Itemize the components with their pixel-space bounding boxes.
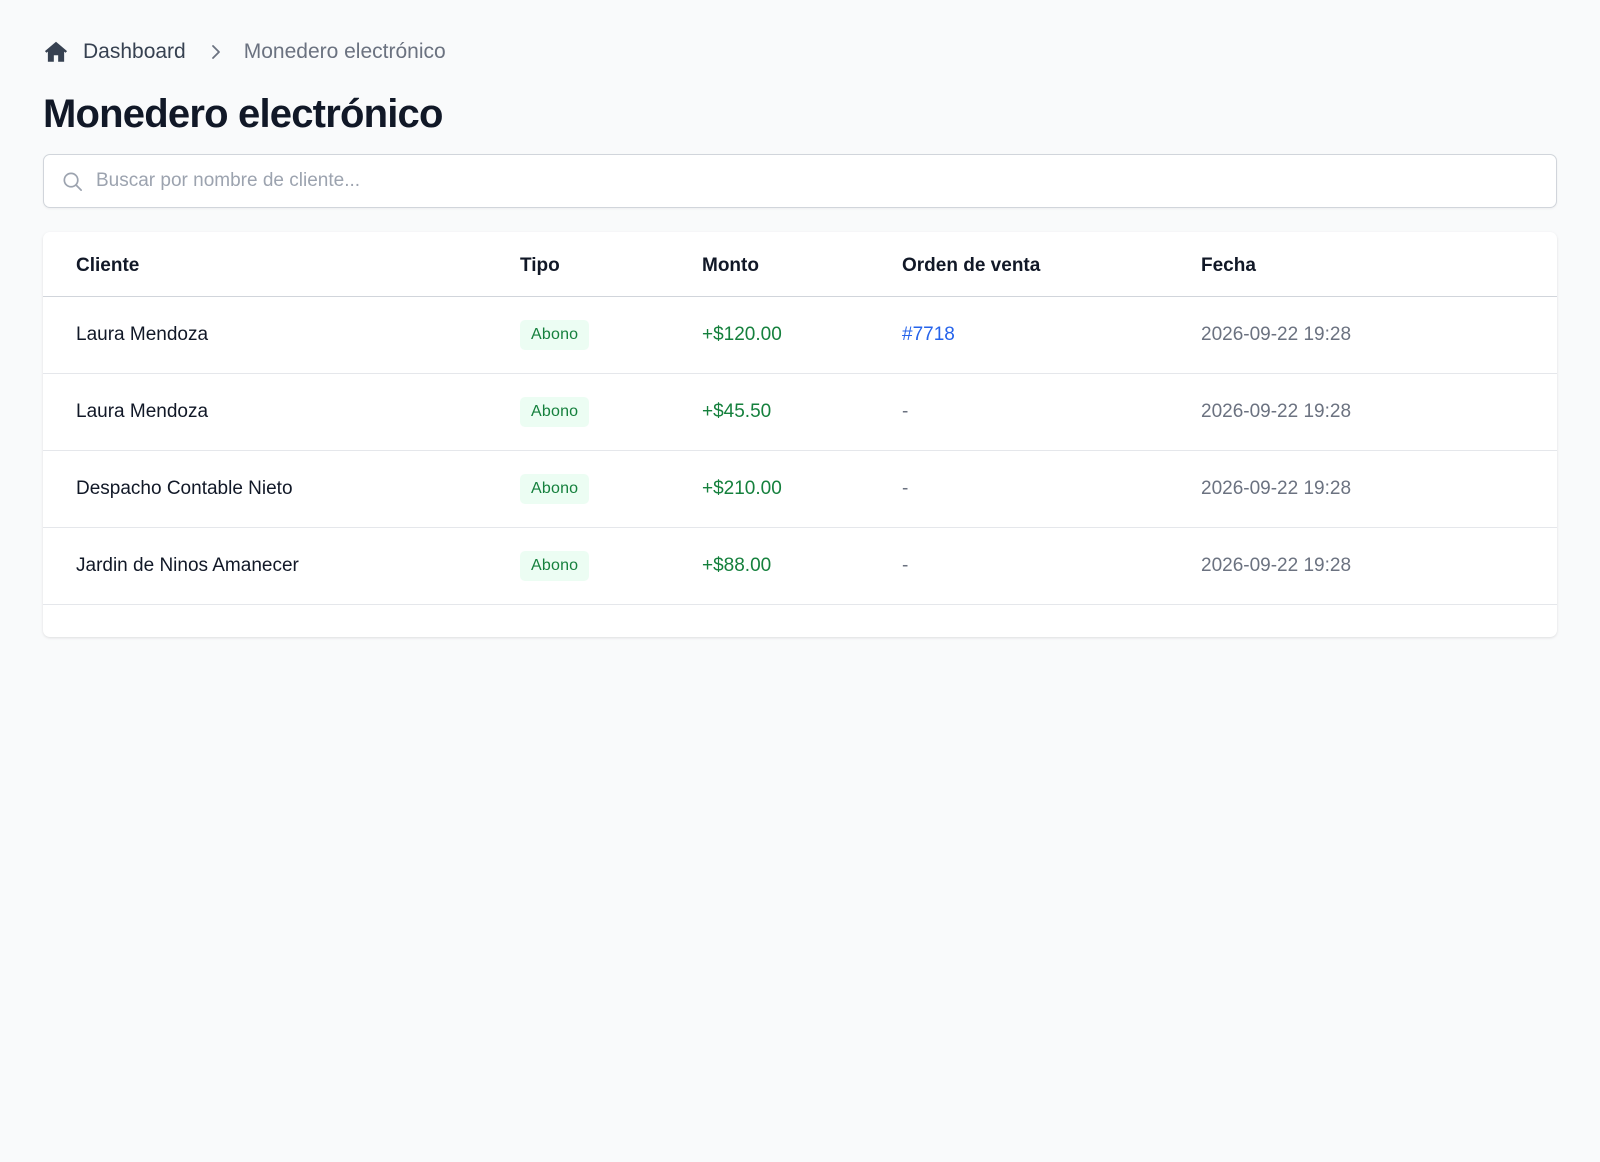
- header-fecha: Fecha: [1201, 254, 1256, 276]
- cell-monto: +$210.00: [702, 477, 782, 499]
- cell-fecha: 2026-09-22 19:28: [1201, 323, 1352, 345]
- header-monto: Monto: [702, 254, 759, 276]
- page: Dashboard Monedero electrónico Monedero …: [0, 0, 1600, 1162]
- cell-cliente: Jardin de Ninos Amanecer: [76, 554, 299, 576]
- cell-fecha: 2026-09-22 19:28: [1201, 400, 1352, 422]
- cell-cliente: Despacho Contable Nieto: [76, 477, 293, 499]
- search-input[interactable]: [96, 170, 1496, 192]
- search-icon: [61, 170, 84, 193]
- tipo-badge: Abono: [520, 396, 590, 427]
- transactions-table: Cliente Tipo Monto Orden de venta Fecha …: [43, 232, 1557, 605]
- tipo-badge: Abono: [520, 550, 590, 581]
- table-row: Despacho Contable Nieto Abono +$210.00 -…: [43, 450, 1557, 527]
- cell-fecha: 2026-09-22 19:28: [1201, 477, 1352, 499]
- page-title: Monedero electrónico: [43, 92, 443, 136]
- breadcrumb-current: Monedero electrónico: [243, 40, 446, 63]
- table-row: Jardin de Ninos Amanecer Abono +$88.00 -…: [43, 527, 1557, 604]
- cell-orden-de-venta: -: [902, 554, 909, 576]
- cell-monto: +$88.00: [702, 554, 772, 576]
- tipo-badge: Abono: [520, 319, 590, 350]
- header-cliente: Cliente: [76, 254, 140, 276]
- cell-orden-de-venta: -: [902, 477, 909, 499]
- breadcrumb: Dashboard Monedero electrónico: [43, 36, 446, 68]
- header-tipo: Tipo: [520, 254, 560, 276]
- cell-monto: +$45.50: [702, 400, 772, 422]
- breadcrumb-dashboard-link[interactable]: Dashboard: [83, 40, 186, 64]
- tipo-badge: Abono: [520, 473, 590, 504]
- table-row: Laura Mendoza Abono +$45.50 - 2026-09-22…: [43, 373, 1557, 450]
- cell-fecha: 2026-09-22 19:28: [1201, 554, 1352, 576]
- cell-cliente: Laura Mendoza: [76, 400, 209, 422]
- search-bar: [43, 154, 1557, 208]
- table-row: Laura Mendoza Abono +$120.00 #7718 2026-…: [43, 296, 1557, 373]
- orden-de-venta-link[interactable]: #7718: [902, 324, 955, 345]
- cell-orden-de-venta: -: [902, 400, 909, 422]
- transactions-table-card: Cliente Tipo Monto Orden de venta Fecha …: [43, 232, 1557, 637]
- home-icon[interactable]: [43, 39, 69, 65]
- chevron-right-icon: [206, 42, 226, 62]
- table-header-row: Cliente Tipo Monto Orden de venta Fecha: [43, 232, 1557, 296]
- cell-monto: +$120.00: [702, 323, 782, 345]
- header-orden-de-venta: Orden de venta: [902, 254, 1041, 276]
- cell-cliente: Laura Mendoza: [76, 323, 209, 345]
